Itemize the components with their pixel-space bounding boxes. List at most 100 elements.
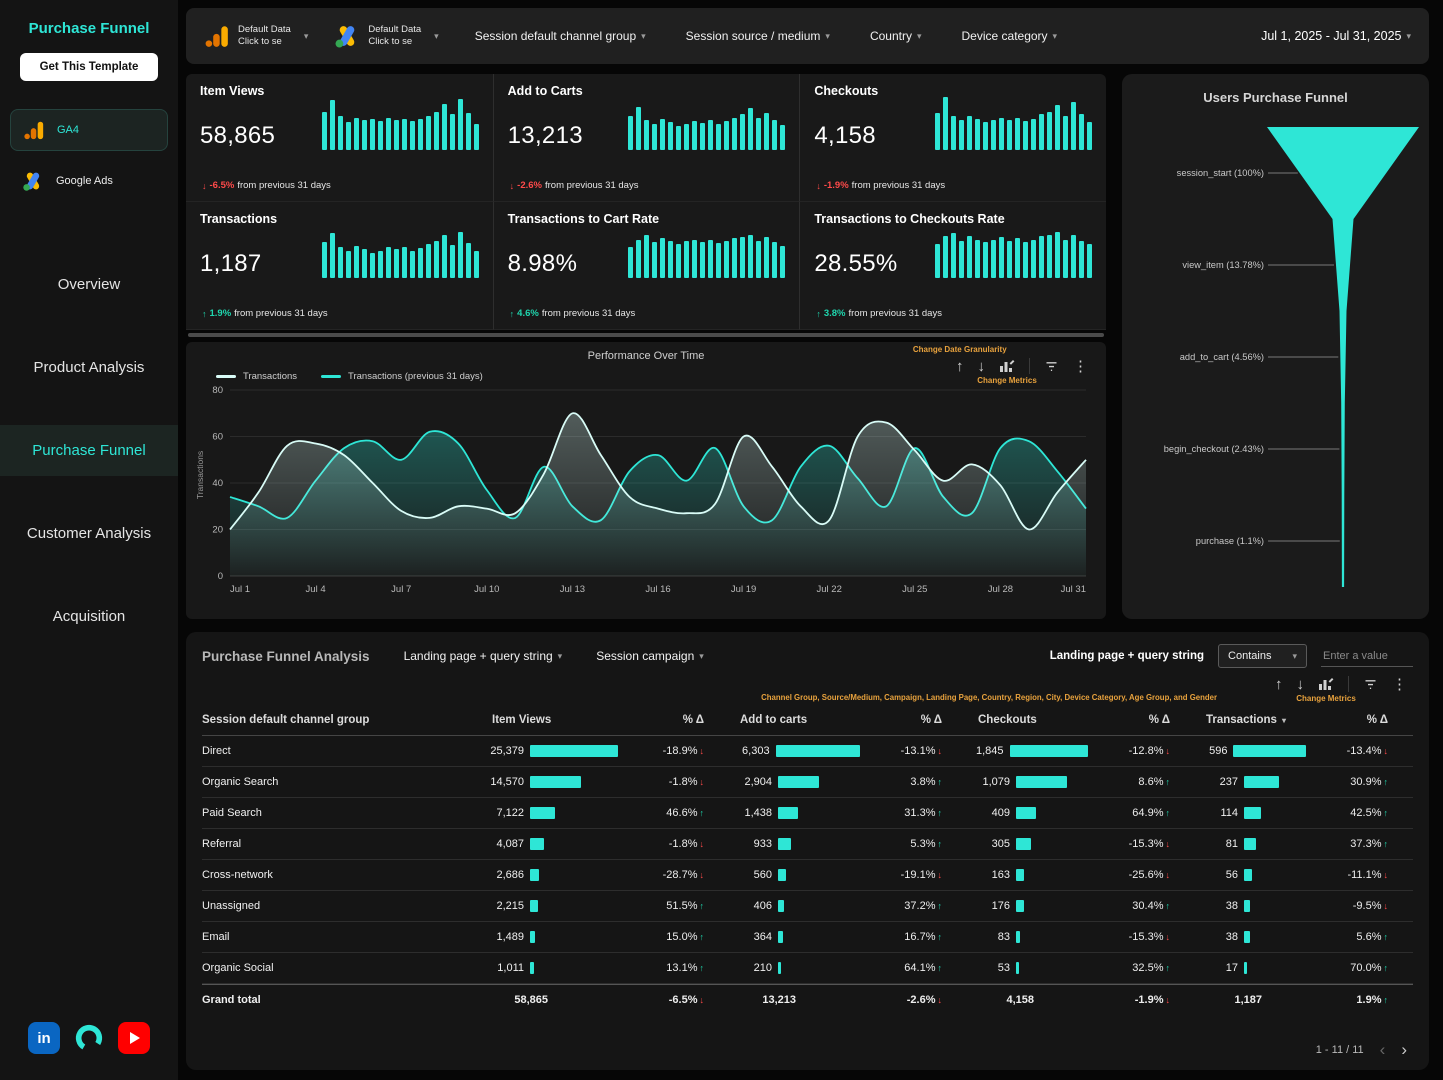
value-bar	[1244, 838, 1256, 850]
play-icon	[130, 1032, 140, 1044]
change-metrics-icon[interactable]: Change Metrics	[1318, 676, 1334, 692]
col-header-delta-1[interactable]: % Δ	[622, 714, 712, 726]
kebab-menu-icon[interactable]: ⋮	[1392, 677, 1407, 692]
scorecard-delta: ↓-6.5%from previous 31 days	[200, 180, 331, 191]
arrow-up-icon: ↑	[1384, 995, 1389, 1005]
arrow-down-icon: ↓	[1166, 839, 1171, 849]
metric-cell: 4,158	[950, 994, 1088, 1006]
sidebar-item-purchase-funnel[interactable]: Purchase Funnel	[0, 425, 178, 476]
table-row-organic-social[interactable]: Organic Social1,01113.1%↑21064.1%↑5332.5…	[202, 953, 1413, 984]
filter-session-source-medium[interactable]: Session source / medium▾	[686, 29, 830, 43]
arrow-up-icon: ↑	[1384, 777, 1389, 787]
filter-icon[interactable]	[1044, 359, 1059, 374]
prev-page-icon[interactable]: ‹	[1380, 1041, 1386, 1058]
col-header-delta-3[interactable]: % Δ	[1088, 714, 1178, 726]
table-row-unassigned[interactable]: Unassigned2,21551.5%↑40637.2%↑17630.4%↑3…	[202, 891, 1413, 922]
filter-operator-select[interactable]: Contains▾	[1218, 644, 1307, 668]
sidebar-item-overview[interactable]: Overview	[0, 259, 178, 310]
delta-cell: -28.7%↓	[622, 869, 712, 881]
value-bar	[1016, 807, 1036, 819]
delta-cell: 70.0%↑	[1306, 962, 1396, 974]
horizontal-scrollbar[interactable]	[188, 333, 1104, 337]
linkedin-icon[interactable]: in	[28, 1022, 60, 1054]
sidebar-nav: Overview Product Analysis Purchase Funnel C…	[0, 243, 178, 658]
filter-country[interactable]: Country▾	[870, 29, 922, 43]
col-header-delta-2[interactable]: % Δ	[860, 714, 950, 726]
table-row-direct[interactable]: Direct25,379-18.9%↓6,303-13.1%↓1,845-12.…	[202, 736, 1413, 767]
campaign-selector[interactable]: Session campaign▾	[596, 649, 704, 663]
table-row-email[interactable]: Email1,48915.0%↑36416.7%↑83-15.3%↓385.6%…	[202, 922, 1413, 953]
col-header-checkouts[interactable]: Checkouts	[950, 714, 1088, 726]
filter-value-input[interactable]	[1321, 646, 1413, 667]
delta-cell: 13.1%↑	[622, 962, 712, 974]
chevron-down-icon: ▾	[917, 31, 922, 42]
value-bar	[530, 900, 538, 912]
sidebar-item-product-analysis[interactable]: Product Analysis	[0, 342, 178, 393]
next-page-icon[interactable]: ›	[1401, 1041, 1407, 1058]
svg-text:session_start (100%): session_start (100%)	[1177, 168, 1264, 178]
sparkline	[935, 88, 1092, 150]
arrow-up-icon: ↑	[1384, 963, 1389, 973]
download-icon[interactable]: ↓	[1297, 677, 1305, 692]
svg-text:Jul 16: Jul 16	[645, 584, 670, 595]
optional-dimensions-note: Channel Group, Source/Medium, Campaign, …	[761, 693, 1217, 702]
y-axis-label: Transactions	[195, 451, 205, 499]
export-up-icon[interactable]: ↑Change Date Granularity	[956, 359, 964, 374]
dimension-selector[interactable]: Landing page + query string▾	[404, 649, 563, 663]
metric-cell: 13,213	[712, 994, 860, 1006]
metric-cell: 114	[1178, 807, 1306, 819]
value-bar	[1016, 900, 1024, 912]
filter-session-default-channel-group[interactable]: Session default channel group▾	[475, 29, 646, 43]
col-header-delta-4[interactable]: % Δ	[1306, 714, 1396, 726]
scorecard-transactions: Transactions1,187↑1.9%from previous 31 d…	[186, 202, 493, 330]
delta-cell: -1.9%↓	[1088, 994, 1178, 1006]
svg-text:Jul 1: Jul 1	[230, 584, 250, 595]
table-row-referral[interactable]: Referral4,087-1.8%↓9335.3%↑305-15.3%↓813…	[202, 829, 1413, 860]
chevron-down-icon: ▾	[641, 31, 646, 42]
kebab-menu-icon[interactable]: ⋮	[1073, 359, 1088, 374]
delta-cell: 16.7%↑	[860, 931, 950, 943]
export-up-icon[interactable]: ↑	[1275, 677, 1283, 692]
table-row-cross-network[interactable]: Cross-network2,686-28.7%↓560-19.1%↓163-2…	[202, 860, 1413, 891]
value-bar	[1244, 962, 1247, 974]
get-template-button[interactable]: Get This Template	[20, 53, 158, 81]
table-row-paid-search[interactable]: Paid Search7,12246.6%↑1,43831.3%↑40964.9…	[202, 798, 1413, 829]
filter-icon[interactable]	[1363, 677, 1378, 692]
ga4-icon	[21, 117, 47, 143]
download-icon[interactable]: ↓	[978, 359, 986, 374]
col-header-add-to-carts[interactable]: Add to carts	[712, 714, 860, 726]
metric-cell: 6,303	[712, 745, 860, 757]
date-range-control[interactable]: Jul 1, 2025 - Jul 31, 2025▾	[1261, 29, 1411, 43]
svg-text:20: 20	[212, 525, 223, 536]
metric-cell: 237	[1178, 776, 1306, 788]
line-chart: Transactions 020406080Jul 1Jul 4Jul 7Jul…	[196, 384, 1096, 601]
sidebar-item-acquisition[interactable]: Acquisition	[0, 591, 178, 642]
brand-logo[interactable]	[73, 1022, 105, 1054]
value-bar	[1244, 807, 1261, 819]
table-row-organic-search[interactable]: Organic Search14,570-1.8%↓2,9043.8%↑1,07…	[202, 767, 1413, 798]
change-metrics-icon[interactable]: Change Metrics	[999, 358, 1015, 374]
ga4-data-source-selector[interactable]: Default DataClick to se ▾	[204, 23, 308, 49]
sidebar-item-ga4[interactable]: GA4	[10, 109, 168, 151]
delta-cell: -9.5%↓	[1306, 900, 1396, 912]
sparkline	[628, 216, 785, 278]
col-header-channel[interactable]: Session default channel group	[202, 714, 464, 726]
arrow-down-icon: ↓	[1384, 870, 1389, 880]
change-metrics-label[interactable]: Change Metrics	[1296, 695, 1356, 703]
filter-device-category[interactable]: Device category▾	[962, 29, 1058, 43]
col-header-transactions[interactable]: Transactions▾	[1178, 714, 1306, 726]
legend-item-previous[interactable]: Transactions (previous 31 days)	[321, 371, 483, 382]
arrow-down-icon: ↓	[202, 181, 207, 191]
ads-data-source-selector[interactable]: Default DataClick to se ▾	[334, 23, 438, 49]
change-date-granularity-label[interactable]: Change Date Granularity	[913, 346, 1007, 354]
value-bar	[530, 745, 618, 757]
sidebar-item-google-ads[interactable]: Google Ads	[10, 161, 168, 201]
youtube-icon[interactable]	[118, 1022, 150, 1054]
svg-text:0: 0	[218, 571, 223, 582]
col-header-item-views[interactable]: Item Views	[464, 714, 622, 726]
legend-item-current[interactable]: Transactions	[216, 371, 297, 382]
svg-text:Jul 10: Jul 10	[474, 584, 499, 595]
delta-cell: 37.2%↑	[860, 900, 950, 912]
sidebar-ga4-label: GA4	[57, 124, 79, 136]
sidebar-item-customer-analysis[interactable]: Customer Analysis	[0, 508, 178, 559]
